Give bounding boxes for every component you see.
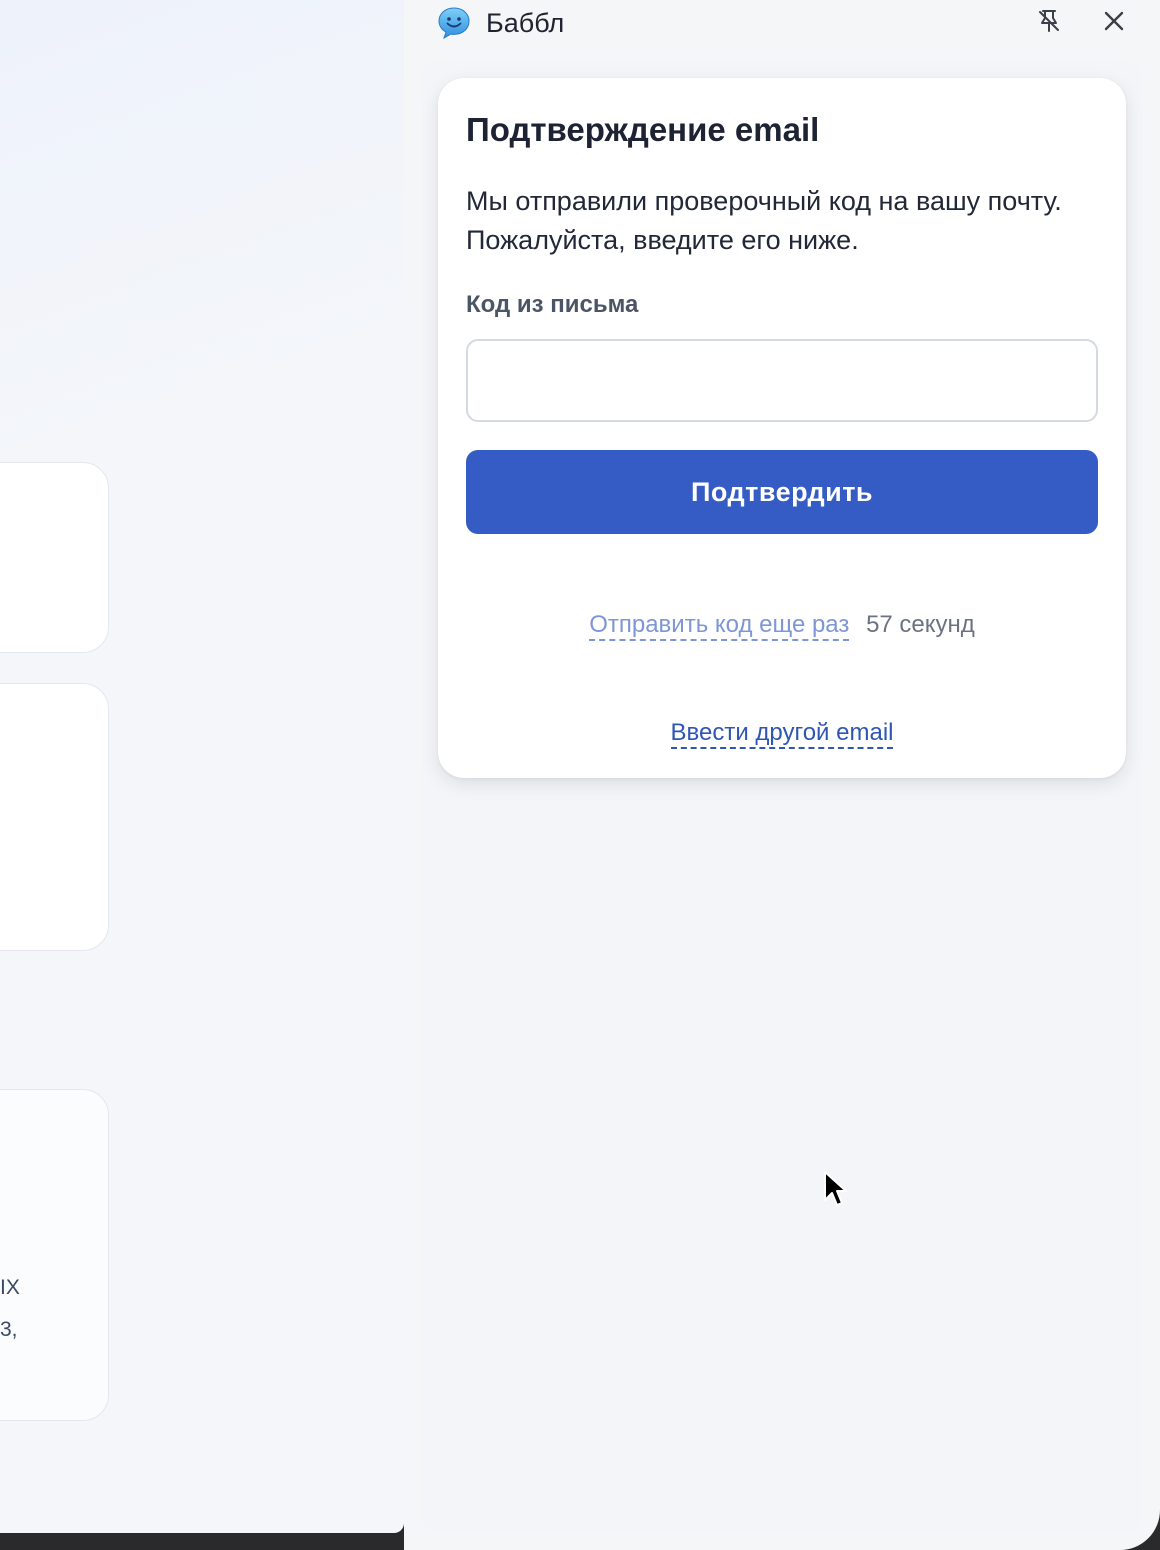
background-text-fragment: 3, [0, 1318, 18, 1341]
unpin-button[interactable] [1032, 6, 1066, 40]
smiling-speech-bubble-icon [436, 5, 472, 41]
app-name: Баббл [486, 8, 565, 38]
code-input[interactable] [466, 339, 1098, 422]
other-email-row: Ввести другой email [438, 719, 1126, 749]
card-description: Мы отправили проверочный код на вашу поч… [466, 186, 1062, 255]
enter-other-email-link[interactable]: Ввести другой email [670, 719, 894, 749]
unpin-icon [1036, 8, 1062, 39]
mouse-cursor-icon [823, 1170, 849, 1210]
background-card [0, 683, 109, 951]
extension-side-panel: Баббл Подтверждение email Мы отправили п… [404, 0, 1160, 1550]
close-button[interactable] [1097, 6, 1131, 40]
background-card [0, 462, 109, 653]
code-field-label: Код из письма [466, 291, 639, 318]
resend-code-link[interactable]: Отправить код еще раз [589, 611, 850, 641]
background-text-fragment: IX [0, 1276, 20, 1299]
resend-row: Отправить код еще раз 57 секунд [438, 611, 1126, 641]
card-title: Подтверждение email [466, 111, 820, 148]
background-page: IX 3, [0, 0, 404, 1533]
resend-timer: 57 секунд [866, 611, 975, 638]
close-icon [1103, 10, 1125, 37]
confirm-button[interactable]: Подтвердить [466, 450, 1098, 534]
panel-header: Баббл [404, 0, 1160, 48]
email-verification-card: Подтверждение email Мы отправили проверо… [438, 78, 1126, 778]
background-card [0, 1089, 109, 1421]
